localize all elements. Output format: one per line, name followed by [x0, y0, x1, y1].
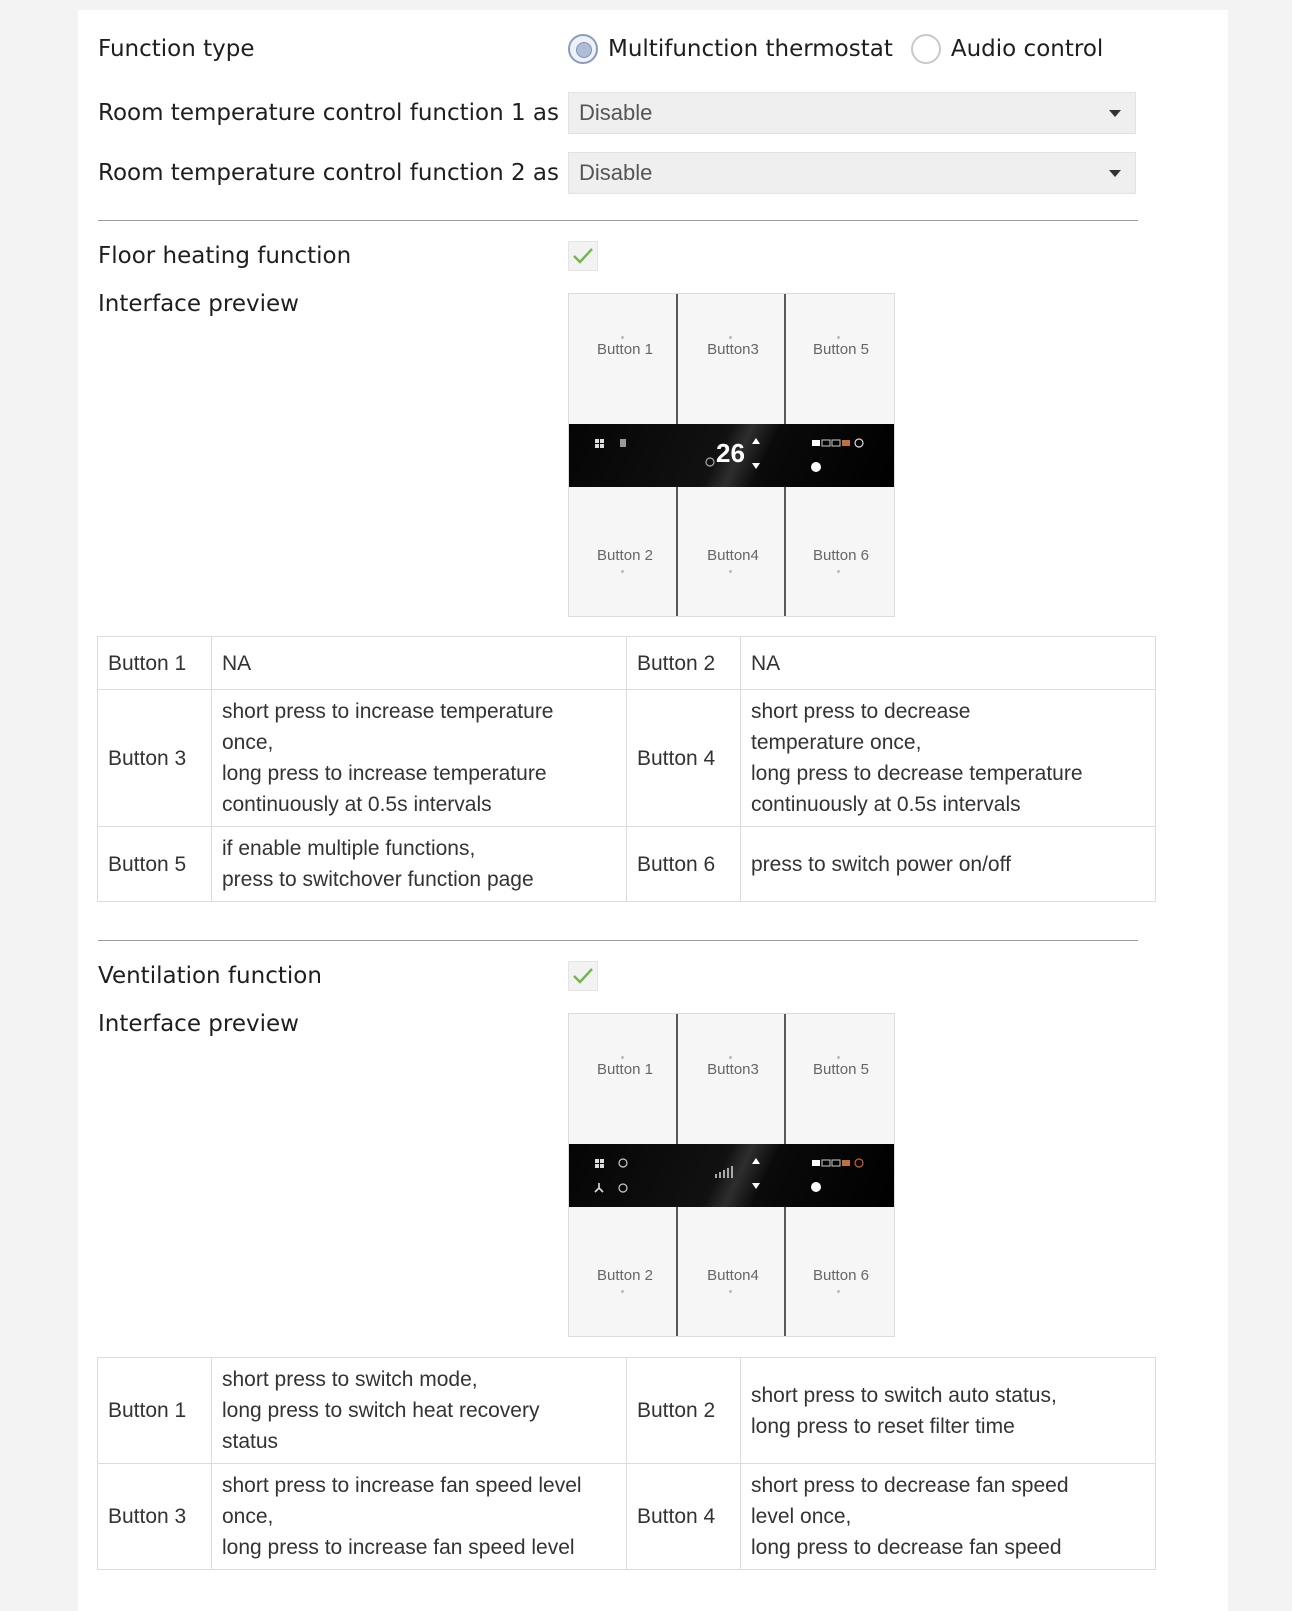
floor-preview-label: Interface preview	[98, 291, 299, 317]
floor-heating-label: Floor heating function	[98, 243, 352, 269]
floor-heating-checkbox[interactable]	[568, 241, 598, 271]
radio-label-audio-control: Audio control	[950, 36, 1104, 62]
table-row: Button 3 short press to increase tempera…	[97, 689, 1156, 827]
table-value: if enable multiple functions, press to sw…	[211, 826, 627, 902]
table-value: short press to increase fan speed level o…	[211, 1463, 627, 1570]
table-row: Button 5 if enable multiple functions, pr…	[97, 826, 1156, 902]
preview-button-5-label: Button 5	[813, 341, 869, 358]
table-value: NA	[740, 636, 1156, 690]
radio-label-multifunction-thermostat: Multifunction thermostat	[608, 36, 893, 62]
floor-heating-row: Floor heating function	[98, 236, 1163, 276]
rtc2-select[interactable]: Disable	[568, 152, 1136, 194]
floor-interface-preview: Button 1 Button3 Button 5 26 Button 2 Bu…	[568, 293, 895, 617]
preview-button-2-label: Button 2	[597, 547, 653, 564]
checkmark-icon	[573, 248, 593, 264]
chevron-down-icon	[1109, 169, 1121, 177]
display-icons	[594, 1158, 864, 1193]
table-row: Button 1 short press to switch mode, long…	[97, 1357, 1156, 1464]
radio-multifunction-thermostat[interactable]: Multifunction thermostat	[568, 34, 893, 64]
table-key: Button 1	[97, 1357, 212, 1464]
rtc2-row: Room temperature control function 2 as D…	[98, 152, 1163, 194]
preview-button-4-label: Button4	[707, 1267, 759, 1284]
chevron-down-icon	[1109, 109, 1121, 117]
radio-checked-icon[interactable]	[568, 34, 598, 64]
parameter-panel: Function type Multifunction thermostat A…	[78, 10, 1228, 1611]
preview-button-4-label: Button4	[707, 547, 759, 564]
rtc1-select-value: Disable	[579, 100, 653, 125]
rtc1-select[interactable]: Disable	[568, 92, 1136, 134]
rtc1-label: Room temperature control function 1 as	[98, 100, 560, 126]
rtc2-select-value: Disable	[579, 160, 653, 185]
table-value: short press to switch mode, long press to…	[211, 1357, 627, 1464]
table-value: short press to decrease fan speed level o…	[740, 1463, 1156, 1570]
table-value: NA	[211, 636, 627, 690]
radio-unchecked-icon[interactable]	[910, 34, 941, 64]
table-row: Button 3 short press to increase fan spe…	[97, 1463, 1156, 1570]
table-value: short press to decrease temperature once,…	[740, 689, 1156, 827]
preview-button-3-label: Button3	[707, 1061, 759, 1078]
ventilation-label: Ventilation function	[98, 963, 322, 989]
preview-button-1-label: Button 1	[597, 341, 653, 358]
rtc1-row: Room temperature control function 1 as D…	[98, 92, 1163, 134]
preview-button-6-label: Button 6	[813, 547, 869, 564]
floor-button-table: Button 1 NA Button 2 NA Button 3 short p…	[97, 636, 1156, 902]
table-key: Button 3	[97, 1463, 212, 1570]
section-divider	[98, 220, 1138, 221]
table-value: press to switch power on/off	[740, 826, 1156, 902]
preview-button-3-label: Button3	[707, 341, 759, 358]
display-temperature: 26	[716, 438, 745, 468]
preview-button-5-label: Button 5	[813, 1061, 869, 1078]
table-value: short press to increase temperature once,…	[211, 689, 627, 827]
ventilation-row: Ventilation function	[98, 956, 1163, 996]
function-type-row: Function type Multifunction thermostat A…	[98, 29, 1163, 69]
thermostat-display: 26	[569, 424, 894, 487]
ventilation-button-table: Button 1 short press to switch mode, long…	[97, 1357, 1156, 1570]
table-key: Button 4	[626, 689, 741, 827]
radio-audio-control[interactable]: Audio control	[910, 34, 1104, 64]
preview-button-1-label: Button 1	[597, 1061, 653, 1078]
ventilation-display	[569, 1144, 894, 1207]
table-key: Button 1	[97, 636, 212, 690]
table-key: Button 4	[626, 1463, 741, 1570]
function-type-label: Function type	[98, 36, 255, 62]
ventilation-preview-label: Interface preview	[98, 1011, 299, 1037]
section-divider	[98, 940, 1138, 941]
ventilation-interface-preview: Button 1 Button3 Button 5 Button 2 Butto…	[568, 1013, 895, 1337]
table-key: Button 2	[626, 636, 741, 690]
table-key: Button 3	[97, 689, 212, 827]
table-key: Button 2	[626, 1357, 741, 1464]
checkmark-icon	[573, 968, 593, 984]
table-key: Button 5	[97, 826, 212, 902]
table-key: Button 6	[626, 826, 741, 902]
rtc2-label: Room temperature control function 2 as	[98, 160, 560, 186]
preview-button-2-label: Button 2	[597, 1267, 653, 1284]
ventilation-checkbox[interactable]	[568, 961, 598, 991]
preview-button-6-label: Button 6	[813, 1267, 869, 1284]
function-type-radio-group: Multifunction thermostat Audio control	[568, 34, 1121, 64]
table-value: short press to switch auto status, long p…	[740, 1357, 1156, 1464]
table-row: Button 1 NA Button 2 NA	[97, 636, 1156, 690]
